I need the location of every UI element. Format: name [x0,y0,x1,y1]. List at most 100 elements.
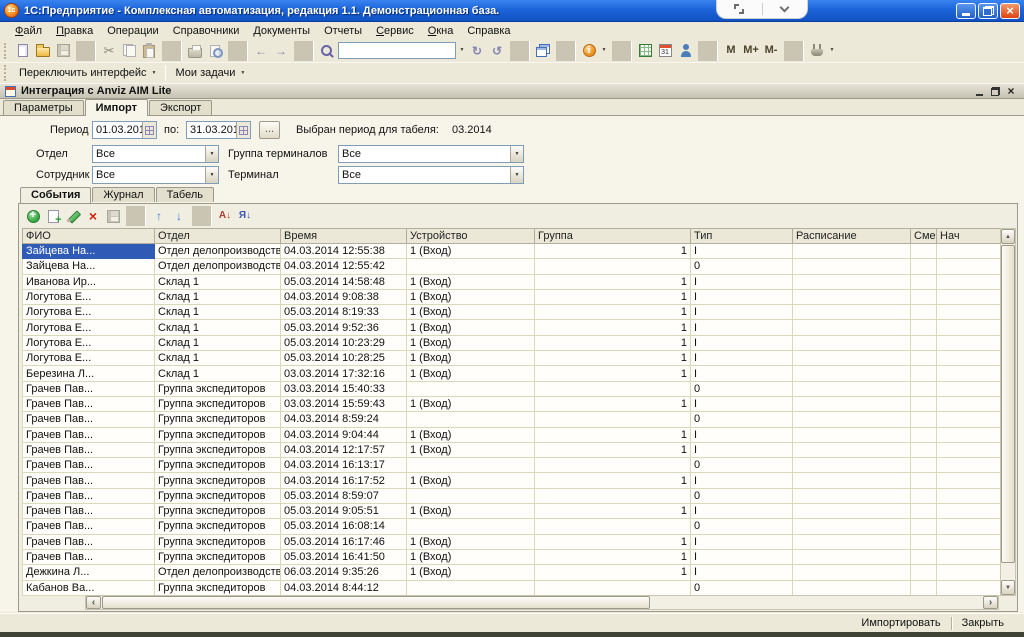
vm-fullscreen-button[interactable] [717,0,762,18]
user-permissions-icon[interactable] [675,41,695,61]
cell-type[interactable]: I [691,335,793,350]
cell-group[interactable]: 1 [535,305,691,320]
scroll-left-button[interactable]: ‹ [86,596,101,609]
sort-ascending-button[interactable]: А↓ [215,206,235,226]
cell-department[interactable]: Группа экспедиторов [155,473,281,488]
column-header[interactable]: Устройство [407,229,535,244]
cell-department[interactable]: Группа экспедиторов [155,381,281,396]
cell-start[interactable] [937,320,1001,335]
cell-device[interactable]: 1 (Вход) [407,335,535,350]
scroll-right-button[interactable]: › [983,596,998,609]
search-input[interactable] [338,42,456,59]
cell-start[interactable] [937,289,1001,304]
cell-type[interactable]: I [691,504,793,519]
vm-collapse-button[interactable] [763,0,808,18]
cell-department[interactable]: Склад 1 [155,289,281,304]
cell-schedule[interactable] [793,244,911,259]
column-header[interactable]: Расписание [793,229,911,244]
cell-type[interactable]: I [691,274,793,289]
cell-shift[interactable] [911,289,937,304]
column-header[interactable]: Группа [535,229,691,244]
cell-schedule[interactable] [793,366,911,381]
cell-device[interactable]: 1 (Вход) [407,549,535,564]
cell-department[interactable]: Группа экспедиторов [155,488,281,503]
cell-shift[interactable] [911,305,937,320]
find-icon[interactable] [317,41,337,61]
cell-fio[interactable]: Логутова Е... [23,305,155,320]
cell-department[interactable]: Группа экспедиторов [155,442,281,457]
cell-shift[interactable] [911,549,937,564]
cell-department[interactable]: Группа экспедиторов [155,412,281,427]
close-button[interactable]: × [1000,3,1020,19]
tab[interactable]: Табель [156,187,214,202]
open-icon[interactable] [33,41,53,61]
cell-schedule[interactable] [793,565,911,580]
menu-item[interactable]: Правка [49,24,100,38]
search-dropdown-icon[interactable]: ▼ [457,41,467,61]
cell-type[interactable]: 0 [691,488,793,503]
cell-device[interactable] [407,458,535,473]
cell-department[interactable]: Группа экспедиторов [155,458,281,473]
cell-fio[interactable]: Грачев Пав... [23,458,155,473]
cell-department[interactable]: Группа экспедиторов [155,580,281,595]
cell-start[interactable] [937,488,1001,503]
cell-device[interactable]: 1 (Вход) [407,565,535,580]
employee-combobox[interactable]: Все ▼ [92,166,219,184]
cell-type[interactable]: 0 [691,580,793,595]
cell-shift[interactable] [911,320,937,335]
calc-m-minus-button[interactable]: M- [761,41,781,61]
cell-group[interactable]: 1 [535,320,691,335]
new-document-icon[interactable] [13,41,33,61]
cell-start[interactable] [937,504,1001,519]
cell-schedule[interactable] [793,473,911,488]
cell-device[interactable]: 1 (Вход) [407,244,535,259]
cell-group[interactable]: 1 [535,473,691,488]
cell-fio[interactable]: Грачев Пав... [23,396,155,411]
move-down-button[interactable]: ↓ [169,206,189,226]
cell-start[interactable] [937,381,1001,396]
cell-device[interactable] [407,412,535,427]
dropdown-arrow-icon[interactable]: ▼ [205,146,218,162]
calculator-icon[interactable] [635,41,655,61]
cell-department[interactable]: Склад 1 [155,320,281,335]
cell-group[interactable]: 1 [535,335,691,350]
cell-start[interactable] [937,335,1001,350]
cell-device[interactable]: 1 (Вход) [407,534,535,549]
cell-schedule[interactable] [793,427,911,442]
menu-item[interactable]: Операции [100,24,165,38]
menu-item[interactable]: Документы [246,24,317,38]
cell-device[interactable] [407,580,535,595]
tab[interactable]: Журнал [92,187,154,202]
terminal-group-combobox[interactable]: Все ▼ [338,145,524,163]
cell-group[interactable]: 1 [535,427,691,442]
cell-shift[interactable] [911,274,937,289]
cell-time[interactable]: 05.03.2014 16:08:14 [281,519,407,534]
cell-shift[interactable] [911,504,937,519]
cell-group[interactable]: 1 [535,549,691,564]
cell-time[interactable]: 05.03.2014 16:41:50 [281,549,407,564]
vertical-scrollbar[interactable]: ▲ ▼ [1000,228,1016,596]
cell-time[interactable]: 04.03.2014 16:17:52 [281,473,407,488]
cell-type[interactable]: 0 [691,412,793,427]
delete-button[interactable]: × [83,206,103,226]
cell-group[interactable]: 1 [535,534,691,549]
toolbar-grip[interactable] [4,65,9,81]
cell-time[interactable]: 05.03.2014 9:05:51 [281,504,407,519]
cell-type[interactable]: I [691,366,793,381]
cell-fio[interactable]: Грачев Пав... [23,381,155,396]
cell-start[interactable] [937,412,1001,427]
cell-start[interactable] [937,549,1001,564]
dropdown-arrow-icon[interactable]: ▼ [510,146,523,162]
cell-group[interactable] [535,458,691,473]
menu-item[interactable]: Справочники [166,24,247,38]
terminal-combobox[interactable]: Все ▼ [338,166,524,184]
save-icon[interactable] [53,41,73,61]
redo-icon[interactable]: → [271,41,291,61]
minimize-button[interactable] [956,3,976,19]
cell-time[interactable]: 04.03.2014 9:04:44 [281,427,407,442]
cell-shift[interactable] [911,351,937,366]
cell-schedule[interactable] [793,580,911,595]
cell-shift[interactable] [911,259,937,274]
calendar-icon[interactable] [655,41,675,61]
cell-schedule[interactable] [793,519,911,534]
